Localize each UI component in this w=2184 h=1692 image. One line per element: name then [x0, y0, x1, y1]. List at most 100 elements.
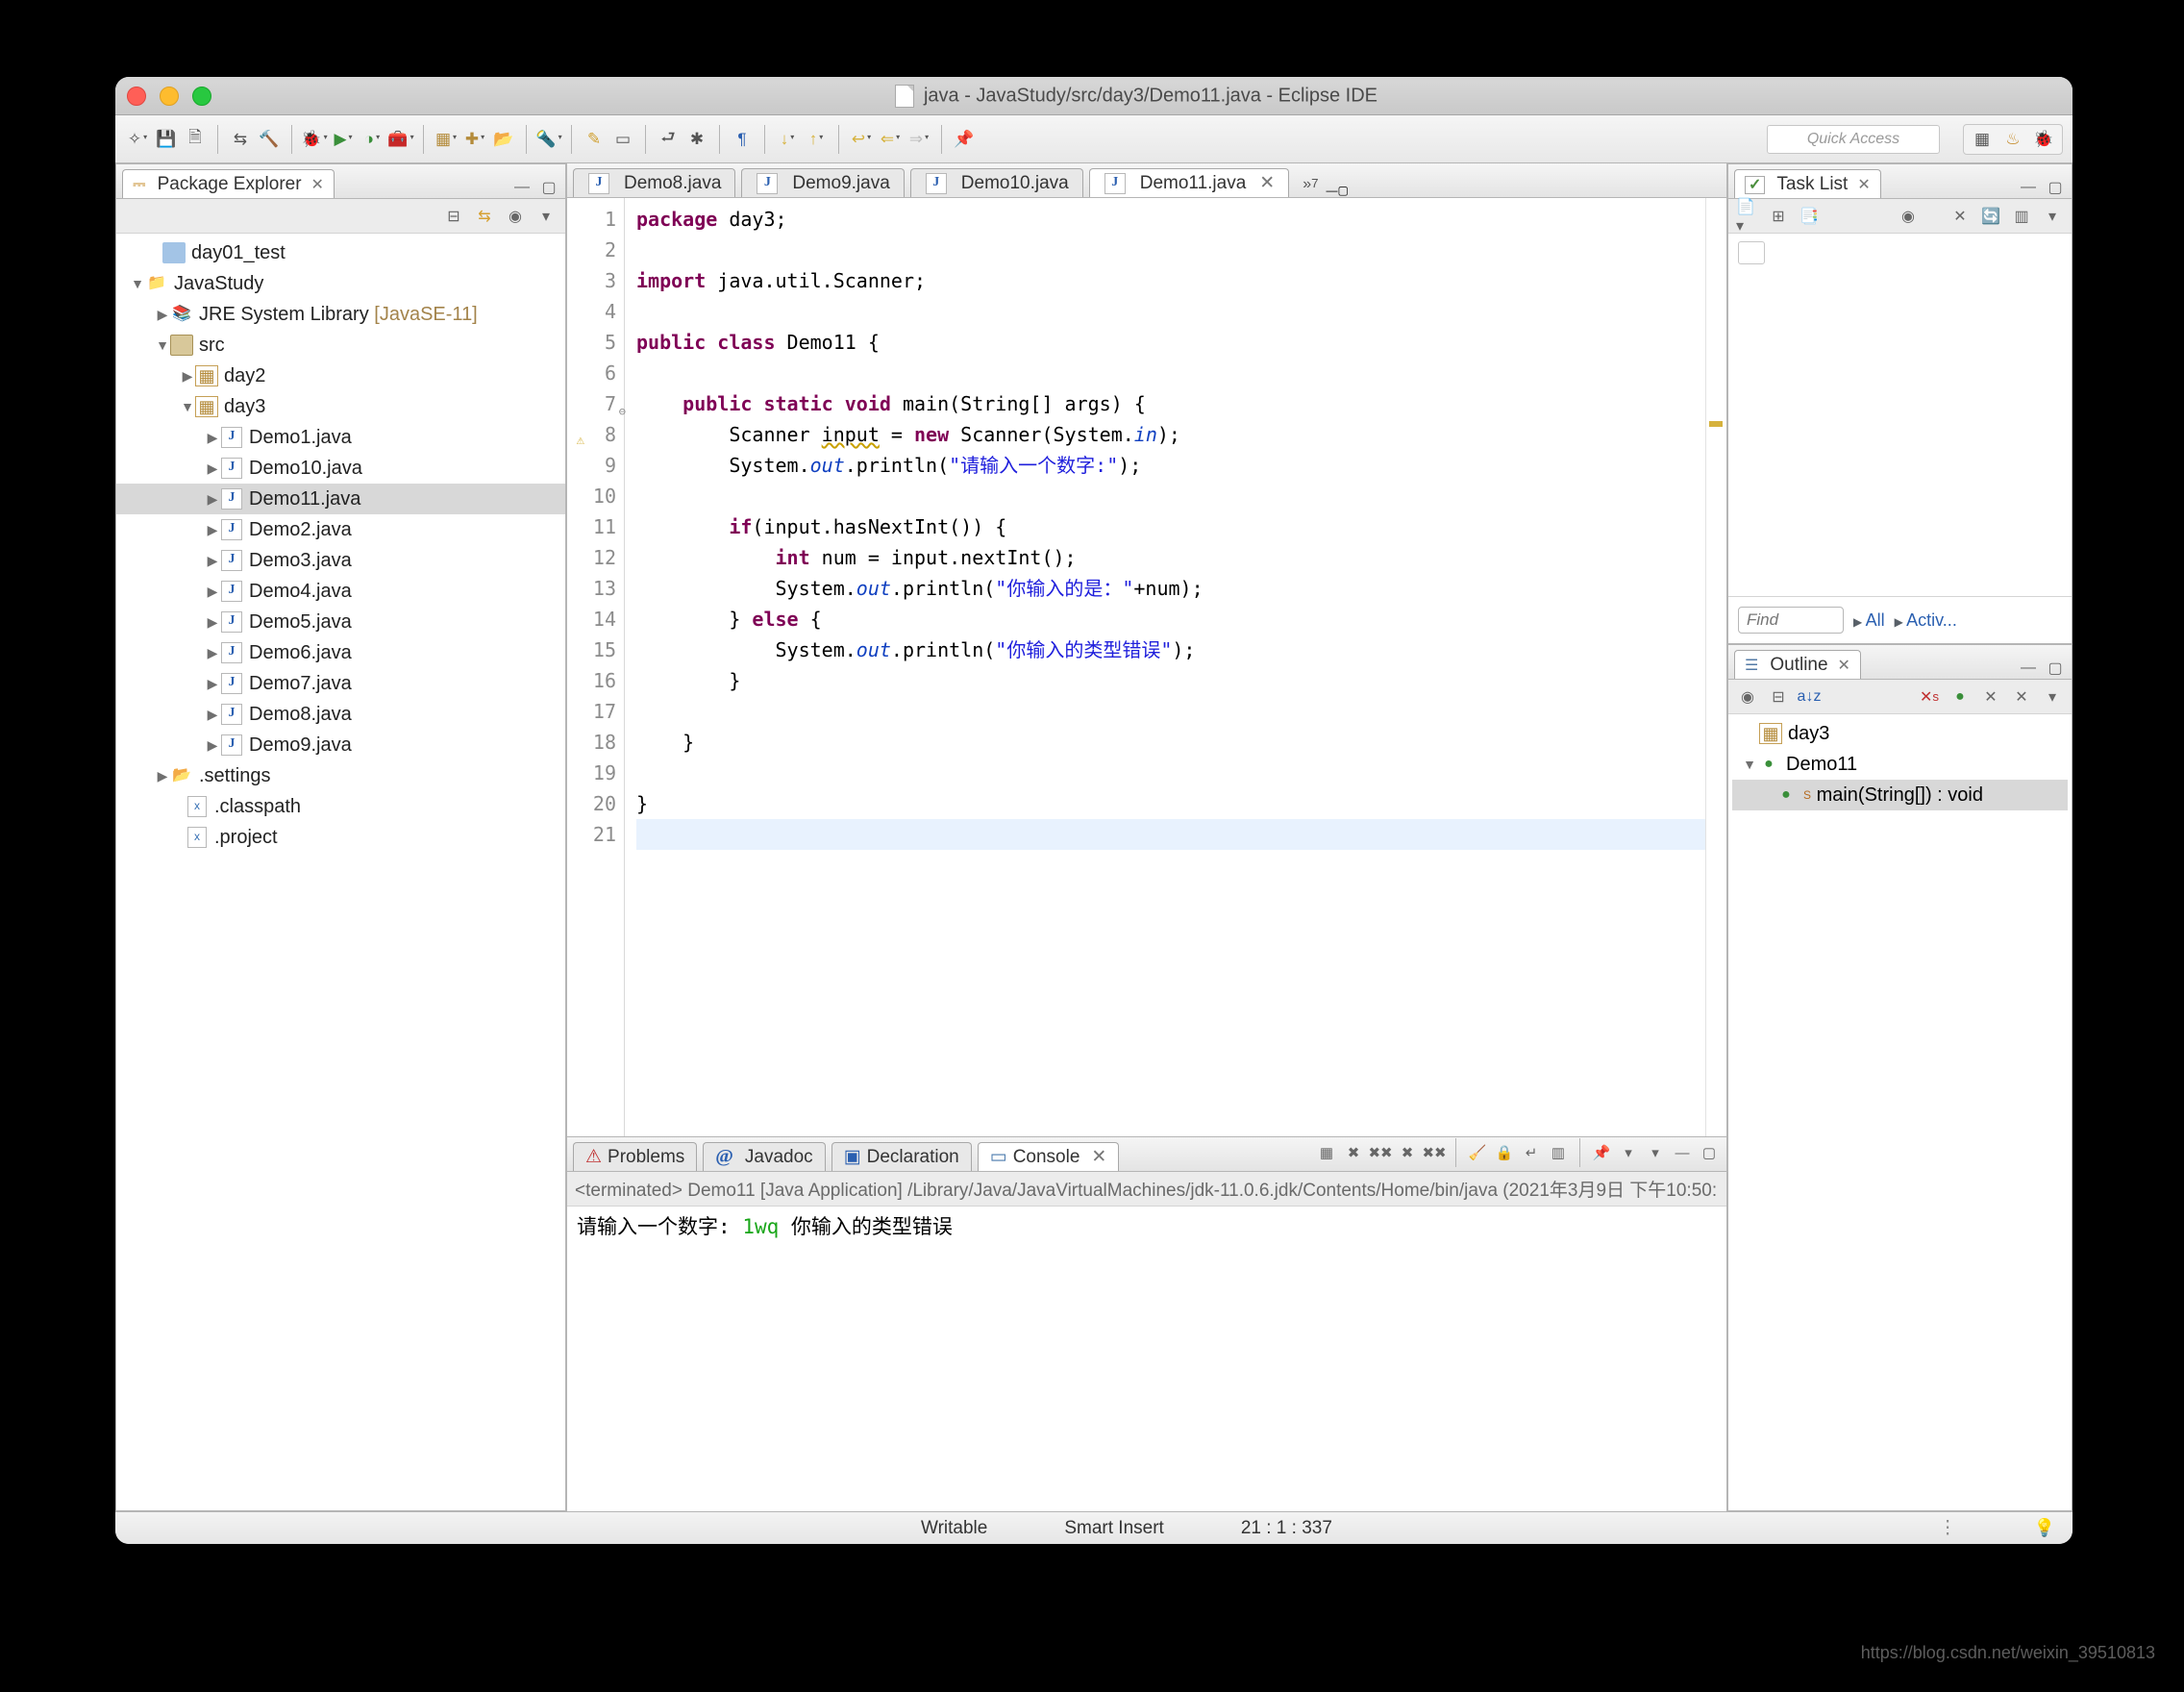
debug-button[interactable]: 🐞 [302, 127, 327, 152]
view-menu-button[interactable]: ▾ [2041, 205, 2064, 228]
console-output[interactable]: 请输入一个数字: 1wq 你输入的类型错误 [567, 1207, 1726, 1511]
java-file-node-selected[interactable]: Demo11.java [116, 484, 565, 514]
editor-tab[interactable]: Demo9.java [741, 168, 904, 197]
disclosure-icon[interactable] [205, 485, 220, 513]
warning-marker-icon[interactable]: ⚠ [569, 425, 584, 440]
hide-button[interactable]: ▥ [2010, 205, 2033, 228]
overview-ruler[interactable] [1705, 198, 1726, 1136]
back-button[interactable]: ⇐ [878, 127, 903, 152]
close-icon[interactable]: ✕ [1259, 172, 1275, 194]
sync-button[interactable]: 🔄 [1979, 205, 2002, 228]
maximize-view-button[interactable]: ▢ [2045, 177, 2066, 198]
sort-alpha-button[interactable]: a↓z [1798, 685, 1821, 709]
focus-task-button[interactable]: ◉ [504, 205, 527, 228]
save-button[interactable]: 💾 [154, 127, 179, 152]
pin-button[interactable]: 📌 [952, 127, 977, 152]
wrap-button[interactable]: ⮐ [656, 127, 681, 152]
new-package-button[interactable]: ▦ [434, 127, 459, 152]
outline-tab[interactable]: Outline✕ [1734, 650, 1861, 679]
categorize-button[interactable]: ⊞ [1767, 205, 1790, 228]
tab-overflow-button[interactable]: »7 [1295, 176, 1326, 197]
editor-area[interactable]: 1234 56 7⊖ ⚠8 9101112 13141516 17181920 … [567, 198, 1726, 1136]
collapse-all-button[interactable]: ⊟ [442, 205, 465, 228]
classpath-node[interactable]: .classpath [116, 791, 565, 822]
prev-annotation-button[interactable]: ↓ [775, 127, 800, 152]
tip-icon[interactable]: 💡 [2034, 1518, 2055, 1538]
code-editor[interactable]: package day3; import java.util.Scanner; … [625, 198, 1705, 1136]
project-node[interactable]: JavaStudy [116, 268, 565, 299]
java-file-node[interactable]: Demo6.java [116, 637, 565, 668]
javadoc-tab[interactable]: @Javadoc [703, 1142, 825, 1171]
disclosure-icon[interactable] [155, 331, 170, 360]
java-file-node[interactable]: Demo10.java [116, 453, 565, 484]
window-zoom-button[interactable] [192, 87, 211, 106]
maximize-editor-button[interactable]: ▢ [1338, 184, 1349, 197]
external-tools-button[interactable]: 🧰 [388, 127, 413, 152]
outline-package-node[interactable]: day3 [1732, 718, 2068, 749]
minimize-view-button[interactable]: — [2018, 658, 2039, 679]
toggle-breadcrumb-button[interactable]: ⇆ [228, 127, 253, 152]
task-find-input[interactable] [1738, 607, 1844, 634]
disclosure-icon[interactable] [180, 392, 195, 421]
search-button[interactable]: 🔦 [536, 127, 561, 152]
disclosure-icon[interactable] [205, 577, 220, 606]
disclosure-icon[interactable] [155, 761, 170, 790]
remove-all-button[interactable]: ✖✖ [1423, 1141, 1446, 1164]
settings-node[interactable]: .settings [116, 760, 565, 791]
save-all-button[interactable]: 🗎 [183, 127, 208, 152]
disclosure-icon[interactable] [205, 638, 220, 667]
show-console-button[interactable]: ▥ [1547, 1141, 1570, 1164]
open-perspective-button[interactable]: ▦ [1970, 127, 1995, 152]
view-menu-button[interactable]: ▾ [2041, 685, 2064, 709]
disclosure-icon[interactable] [205, 669, 220, 698]
package-node[interactable]: day2 [116, 361, 565, 391]
java-file-node[interactable]: Demo2.java [116, 514, 565, 545]
link-editor-button[interactable]: ⇆ [473, 205, 496, 228]
problems-tab[interactable]: ⚠Problems [573, 1142, 697, 1171]
java-perspective-button[interactable]: ♨ [2000, 127, 2025, 152]
minimize-panel-button[interactable]: — [1671, 1141, 1694, 1164]
toggle-mark-button[interactable]: ✎ [582, 127, 607, 152]
trim-handle-icon[interactable]: ⋮ [1939, 1517, 1957, 1539]
build-button[interactable]: 🔨 [257, 127, 282, 152]
show-whitespace-button[interactable]: ✱ [684, 127, 709, 152]
all-link[interactable]: All [1853, 610, 1885, 631]
perspective-switcher[interactable]: ▦ ♨ 🐞 [1963, 124, 2063, 155]
disclosure-icon[interactable] [205, 731, 220, 759]
warning-overview-marker[interactable] [1709, 421, 1723, 427]
new-task-button[interactable]: 📄▾ [1736, 205, 1759, 228]
hide-local-button[interactable]: ✕ [2010, 685, 2033, 709]
java-file-node[interactable]: Demo5.java [116, 607, 565, 637]
toggle-block-button[interactable]: ▭ [610, 127, 635, 152]
hide-static-button[interactable]: ● [1948, 685, 1972, 709]
word-wrap-button[interactable]: ↵ [1520, 1141, 1543, 1164]
disclosure-icon[interactable] [1742, 749, 1757, 780]
package-explorer-tab[interactable]: Package Explorer ✕ [122, 169, 335, 198]
editor-tab[interactable]: Demo8.java [573, 168, 735, 197]
disclosure-icon[interactable] [205, 423, 220, 452]
project-file-node[interactable]: .project [116, 822, 565, 853]
minimize-view-button[interactable]: — [2018, 177, 2039, 198]
view-menu-button[interactable]: ▾ [534, 205, 558, 228]
display-selected-button[interactable]: ▾ [1617, 1141, 1640, 1164]
disclosure-icon[interactable] [155, 300, 170, 329]
collapse-all-button[interactable]: ✕ [1948, 205, 1972, 228]
quick-access-field[interactable]: Quick Access [1767, 125, 1940, 154]
hide-fields-button[interactable]: ✕s [1918, 685, 1941, 709]
open-type-button[interactable]: 📂 [491, 127, 516, 152]
close-icon[interactable]: ✕ [311, 175, 324, 194]
project-node[interactable]: day01_test [116, 237, 565, 268]
outline-class-node[interactable]: ●Demo11 [1732, 749, 2068, 780]
new-button[interactable]: ✧ [125, 127, 150, 152]
java-file-node[interactable]: Demo7.java [116, 668, 565, 699]
close-icon[interactable]: ✕ [1838, 656, 1850, 675]
package-node[interactable]: day3 [116, 391, 565, 422]
clear-console-button[interactable]: 🧹 [1466, 1141, 1489, 1164]
pin-console-button[interactable]: 📌 [1590, 1141, 1613, 1164]
editor-tab-active[interactable]: Demo11.java✕ [1089, 168, 1289, 197]
java-file-node[interactable]: Demo4.java [116, 576, 565, 607]
terminate-all-button[interactable]: ✖✖ [1369, 1141, 1392, 1164]
maximize-view-button[interactable]: ▢ [2045, 658, 2066, 679]
java-file-node[interactable]: Demo8.java [116, 699, 565, 730]
console-tab[interactable]: ▭Console✕ [978, 1142, 1120, 1171]
